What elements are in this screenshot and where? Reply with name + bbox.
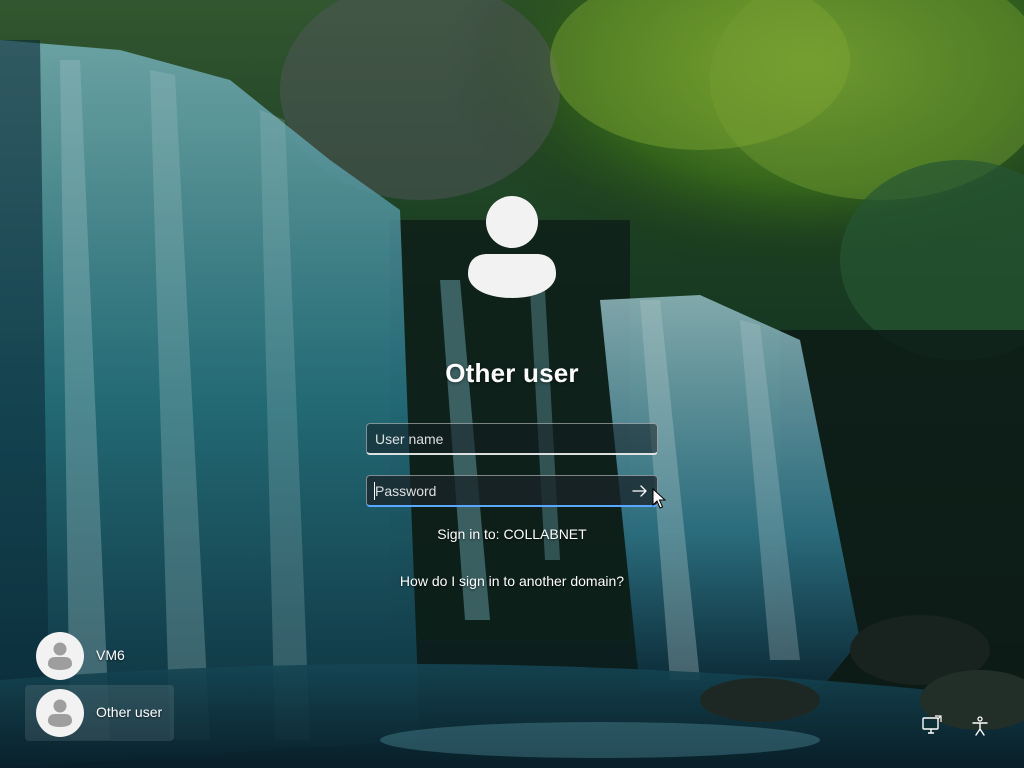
accessibility-button[interactable] [968, 714, 992, 738]
user-avatar-large [462, 192, 562, 300]
user-avatar-icon [36, 632, 84, 680]
other-domain-help-link[interactable]: How do I sign in to another domain? [312, 573, 712, 589]
text-caret [374, 482, 375, 500]
lock-screen: Other user Sign in to: COLLABNET How do … [0, 0, 1024, 768]
user-avatar-icon [36, 689, 84, 737]
user-tile-name: VM6 [96, 647, 125, 663]
selected-user-title: Other user [445, 358, 579, 388]
arrow-right-icon [632, 485, 647, 497]
password-field-container[interactable] [366, 475, 658, 507]
network-button[interactable] [920, 714, 944, 738]
user-tile-name: Other user [96, 704, 163, 720]
user-tile-avatar [36, 689, 84, 737]
username-input[interactable] [367, 424, 657, 453]
password-input[interactable] [367, 476, 657, 505]
user-tile-vm6[interactable]: VM6 [25, 628, 174, 684]
user-tile-avatar [36, 632, 84, 680]
username-field-container[interactable] [366, 423, 658, 455]
network-icon [922, 715, 942, 734]
accessibility-icon [972, 716, 988, 736]
user-tile-other-user[interactable]: Other user [25, 685, 174, 741]
sign-in-domain-text: Sign in to: COLLABNET [437, 526, 587, 542]
user-silhouette-icon [468, 196, 556, 298]
submit-arrow-button[interactable] [629, 481, 651, 501]
